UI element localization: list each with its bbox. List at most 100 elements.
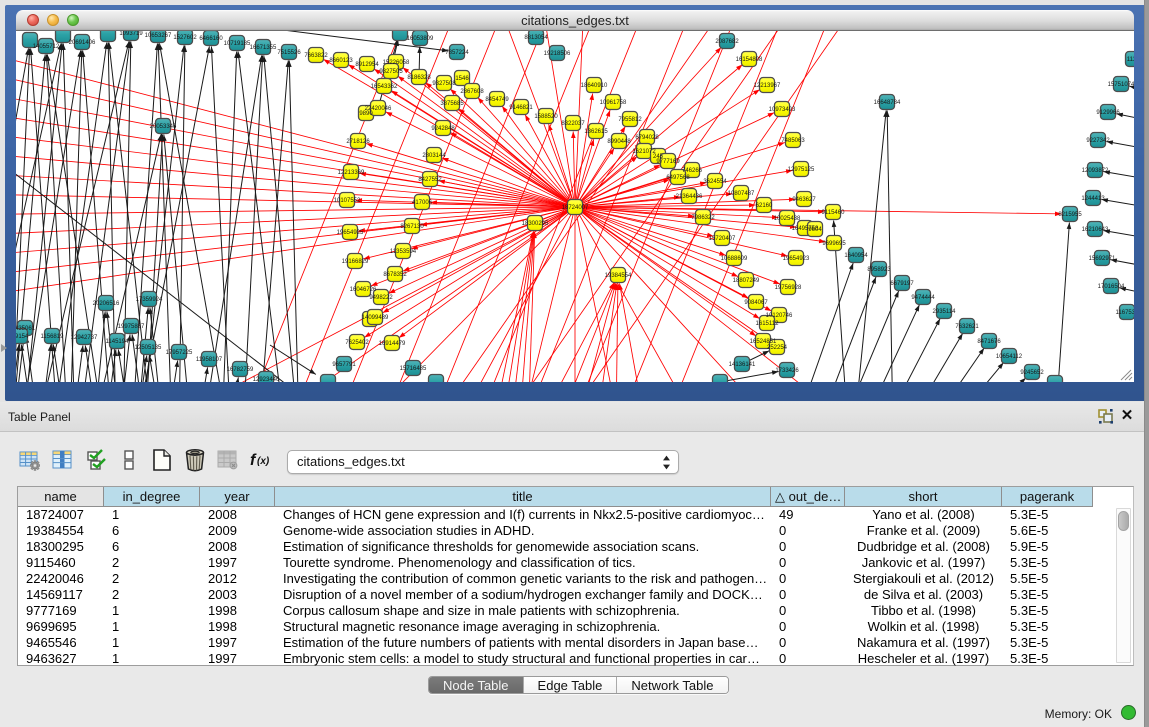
teal-node[interactable] (1048, 376, 1063, 383)
node-label: 417006 (412, 200, 433, 206)
desktop-arrow-icon (1, 344, 7, 352)
directed-edge-red[interactable] (399, 207, 575, 338)
directed-edge-black[interactable] (211, 46, 231, 382)
network-canvas[interactable]: 1405571220691406109371910653267152760264… (16, 31, 1134, 382)
directed-edge-black[interactable] (238, 51, 285, 382)
node-label: 10654112 (996, 354, 1023, 360)
node-label: 10653267 (145, 33, 172, 39)
teal-node[interactable] (393, 31, 408, 41)
table-row[interactable]: 911546021997Tourette syndrome. Phenomeno… (18, 555, 1093, 571)
cell-pagerank: 5.3E-5 (1002, 507, 1093, 523)
directed-edge-red[interactable] (16, 172, 575, 207)
table-scrollbar[interactable] (1116, 508, 1131, 663)
teal-node[interactable] (321, 375, 336, 383)
directed-edge-red[interactable] (616, 283, 618, 382)
cell-title: Structural magnetic resonance image aver… (275, 619, 771, 635)
directed-edge-black[interactable] (26, 336, 39, 382)
directed-edge-black[interactable] (289, 60, 299, 382)
new-file-icon[interactable] (149, 446, 175, 474)
column-header-in_degree[interactable]: in_degree (104, 487, 200, 507)
node-label: 18640910 (581, 83, 608, 89)
directed-edge-red[interactable] (620, 283, 646, 382)
node-label: 21364436 (676, 194, 703, 200)
table-row[interactable]: 2242004622012Investigating the contribut… (18, 571, 1093, 587)
table-row[interactable]: 946554611997Estimation of the future num… (18, 635, 1093, 651)
directed-edge-red[interactable] (575, 207, 780, 382)
column-header-year[interactable]: year (200, 487, 275, 507)
directed-edge-red[interactable] (16, 130, 575, 207)
table-scrollbar-thumb[interactable] (1118, 511, 1129, 531)
directed-edge-red[interactable] (16, 207, 575, 236)
directed-edge-black[interactable] (136, 46, 209, 382)
edge-arrowhead-icon (620, 126, 625, 133)
unselect-all-icon[interactable] (116, 446, 142, 474)
select-all-icon[interactable] (83, 446, 109, 474)
directed-edge-black[interactable] (222, 51, 237, 382)
resize-grip-icon[interactable] (1120, 369, 1133, 381)
window-titlebar[interactable]: citations_edges.txt (16, 10, 1134, 31)
table-selector-dropdown[interactable]: citations_edges.txt (287, 450, 679, 474)
directed-edge-black[interactable] (1055, 222, 1069, 382)
table-row[interactable]: 1938455462009Genome-wide association stu… (18, 523, 1093, 539)
column-header-out_de[interactable]: △ out_de… (771, 487, 845, 507)
node-label: 8678352 (383, 272, 407, 278)
node-label: 252254 (767, 345, 788, 351)
directed-edge-red[interactable] (398, 76, 575, 207)
node-label: 17957225 (166, 350, 193, 356)
column-header-short[interactable]: short (845, 487, 1002, 507)
directed-edge-red[interactable] (16, 207, 575, 257)
node-label: 19166829 (342, 259, 369, 265)
column-header-pagerank[interactable]: pagerank (1002, 487, 1093, 507)
node-label: 16210643 (1082, 227, 1109, 233)
tab-network-table[interactable]: Network Table (617, 677, 727, 693)
table-row[interactable]: 1872400712008Changes of HCN gene express… (18, 507, 1093, 523)
show-column-settings-icon[interactable] (17, 446, 43, 474)
cell-year: 2008 (200, 539, 275, 555)
directed-edge-red[interactable] (450, 132, 575, 207)
column-header-name[interactable]: name (18, 487, 104, 507)
directed-edge-black[interactable] (887, 110, 893, 382)
directed-edge-black[interactable] (905, 333, 963, 382)
column-header-title[interactable]: title (275, 487, 771, 507)
float-window-icon[interactable] (1098, 408, 1114, 424)
directed-edge-black[interactable] (243, 55, 263, 382)
directed-edge-red[interactable] (16, 194, 575, 207)
directed-edge-black[interactable] (794, 263, 853, 382)
node-label: 19654923 (783, 256, 810, 262)
window-title: citations_edges.txt (16, 13, 1134, 28)
select-columns-icon[interactable] (50, 446, 76, 474)
tab-node-table[interactable]: Node Table (429, 677, 524, 693)
node-label: 9699695 (822, 241, 846, 247)
teal-node[interactable] (713, 375, 728, 383)
teal-node[interactable] (101, 31, 116, 42)
directed-edge-black[interactable] (264, 55, 298, 382)
directed-edge-black[interactable] (197, 367, 208, 382)
node-label: 9327508 (432, 81, 456, 87)
table-row[interactable]: 969969511998Structural magnetic resonanc… (18, 619, 1093, 635)
table-row[interactable]: 977716911998Corpus callosum shape and si… (18, 603, 1093, 619)
directed-edge-red[interactable] (596, 283, 617, 382)
import-table-icon[interactable] (215, 446, 241, 474)
table-row[interactable]: 1830029562008Estimation of significance … (18, 539, 1093, 555)
directed-edge-red[interactable] (16, 151, 575, 207)
directed-edge-black[interactable] (720, 371, 779, 382)
cell-in_degree: 2 (104, 571, 200, 587)
directed-edge-black[interactable] (203, 55, 262, 382)
function-builder-icon[interactable]: f (x) (248, 446, 282, 474)
node-label: 8660123 (329, 58, 353, 64)
table-row[interactable]: 946362711997Embryonic stem cells: a mode… (18, 651, 1093, 667)
edge-arrowhead-icon (871, 277, 875, 284)
close-panel-icon[interactable]: ✕ (1119, 407, 1135, 425)
teal-node[interactable] (429, 375, 444, 383)
directed-edge-black[interactable] (970, 378, 1026, 382)
tab-edge-table[interactable]: Edge Table (524, 677, 618, 693)
directed-edge-red[interactable] (16, 45, 575, 207)
edge-arrowhead-icon (386, 112, 393, 117)
directed-edge-black[interactable] (854, 110, 886, 382)
directed-edge-black[interactable] (927, 348, 984, 382)
directed-edge-black[interactable] (947, 363, 1004, 382)
table-row[interactable]: 1456911722003Disruption of a novel membe… (18, 587, 1093, 603)
directed-edge-black[interactable] (861, 305, 919, 382)
directed-edge-red[interactable] (458, 108, 575, 207)
delete-icon[interactable] (182, 446, 208, 474)
